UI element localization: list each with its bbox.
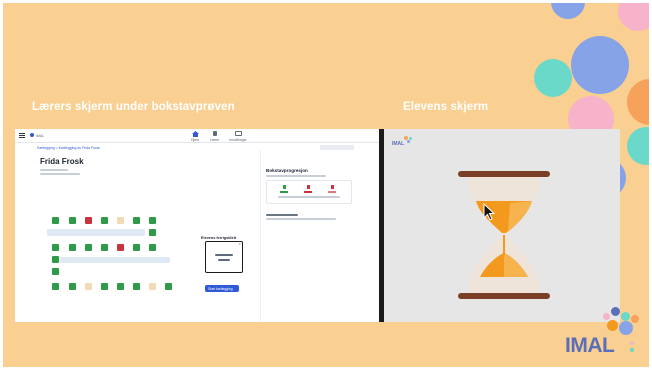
imal-logo: IMAL bbox=[563, 303, 649, 361]
start-assessment-button[interactable]: Start kartlegging bbox=[205, 285, 239, 292]
relevant-title-line bbox=[266, 214, 298, 216]
nav-teacher-icon[interactable] bbox=[213, 131, 217, 136]
breadcrumb[interactable]: Kartlegging > Kartlegging av Frida Frosk bbox=[37, 146, 100, 150]
letter-tile[interactable] bbox=[149, 283, 156, 290]
logo-dot bbox=[619, 321, 633, 335]
cursor-arrow-icon bbox=[483, 203, 496, 221]
letter-tile[interactable] bbox=[85, 283, 92, 290]
letter-tile[interactable] bbox=[69, 244, 76, 251]
logo-dot bbox=[407, 140, 410, 143]
hourglass-icon bbox=[458, 171, 550, 299]
letter-tile[interactable] bbox=[149, 217, 156, 224]
student-screen: IMAL bbox=[384, 129, 620, 322]
panel-sub-line bbox=[266, 175, 326, 177]
letter-tile[interactable] bbox=[69, 283, 76, 290]
stats-box bbox=[266, 180, 352, 204]
letter-tile[interactable] bbox=[101, 283, 108, 290]
stat-correct-value bbox=[283, 185, 286, 189]
letter-tile[interactable] bbox=[117, 283, 124, 290]
finished-modal: ✕ bbox=[205, 241, 243, 273]
logo-dot bbox=[631, 315, 639, 323]
teacher-screen-title: Lærers skjerm under bokstavprøven bbox=[32, 101, 235, 113]
letter-tile[interactable] bbox=[85, 244, 92, 251]
letter-grid bbox=[47, 215, 177, 299]
letter-tile[interactable] bbox=[133, 283, 140, 290]
letter-tile[interactable] bbox=[101, 244, 108, 251]
logo-dot bbox=[611, 307, 620, 316]
home-icon[interactable] bbox=[192, 131, 199, 137]
row-highlight bbox=[47, 229, 145, 236]
nav-home-label[interactable]: Hjem bbox=[191, 138, 199, 142]
letter-tile[interactable] bbox=[101, 217, 108, 224]
teacher-app-topbar: IMAL Hjem Lærer Innstillinger bbox=[15, 129, 379, 143]
letter-tile[interactable] bbox=[149, 244, 156, 251]
logo-dot bbox=[607, 320, 618, 331]
student-meta-line1 bbox=[40, 169, 68, 171]
logo-dot bbox=[621, 312, 630, 321]
deco-circle-blue-top bbox=[551, 3, 585, 19]
student-logo-text: IMAL bbox=[392, 141, 405, 147]
app-logo-icon bbox=[30, 133, 34, 137]
imal-logo-text: IMAL bbox=[565, 334, 615, 357]
student-app-logo: IMAL bbox=[392, 136, 414, 148]
stat-other-bar bbox=[328, 191, 336, 193]
hamburger-icon[interactable] bbox=[19, 133, 25, 138]
letter-tile[interactable] bbox=[117, 244, 124, 251]
stat-labels bbox=[278, 196, 340, 198]
letter-tile[interactable] bbox=[165, 283, 172, 290]
close-icon[interactable]: ✕ bbox=[238, 242, 241, 246]
logo-dot bbox=[603, 313, 610, 320]
modal-text-line2 bbox=[218, 259, 230, 261]
student-meta-line2 bbox=[40, 173, 80, 175]
teacher-screen: IMAL Hjem Lærer Innstillinger Kartleggin… bbox=[15, 129, 379, 322]
student-name: Frida Frosk bbox=[40, 157, 84, 166]
app-name: IMAL bbox=[36, 134, 45, 138]
student-screen-title: Elevens skjerm bbox=[403, 101, 489, 113]
letter-tile[interactable] bbox=[117, 217, 124, 224]
progress-panel: Bokstavprogresjon bbox=[260, 150, 359, 322]
letter-tile[interactable] bbox=[52, 268, 59, 275]
deco-circle-teal bbox=[534, 59, 572, 97]
letter-tile[interactable] bbox=[69, 217, 76, 224]
logo-dot bbox=[630, 341, 634, 345]
stat-other-value bbox=[331, 185, 334, 189]
letter-tile[interactable] bbox=[149, 229, 156, 236]
letter-tile[interactable] bbox=[52, 283, 59, 290]
stat-wrong-bar bbox=[304, 191, 312, 193]
nav-teacher-label[interactable]: Lærer bbox=[210, 138, 219, 142]
slide-background: Lærers skjerm under bokstavprøven Eleven… bbox=[3, 3, 649, 367]
letter-tile[interactable] bbox=[85, 217, 92, 224]
progress-panel-title: Bokstavprogresjon bbox=[266, 168, 308, 173]
stat-correct-bar bbox=[280, 191, 288, 193]
letter-tile[interactable] bbox=[52, 217, 59, 224]
deco-circle-teal-right bbox=[627, 127, 649, 165]
row-highlight bbox=[60, 257, 170, 263]
deco-circle-orange-right bbox=[627, 79, 649, 125]
logo-dot bbox=[630, 348, 634, 352]
nav-settings-icon[interactable] bbox=[235, 131, 242, 136]
deco-circle-blue-large bbox=[571, 36, 629, 94]
nav-settings-label[interactable]: Innstillinger bbox=[229, 138, 247, 142]
deco-circle-pink bbox=[618, 3, 649, 31]
finished-modal-title: Elevens ferrigstilelt bbox=[201, 236, 237, 240]
letter-tile[interactable] bbox=[133, 217, 140, 224]
start-assessment-label: Start kartlegging bbox=[208, 286, 233, 291]
letter-tile[interactable] bbox=[52, 244, 59, 251]
modal-text-line1 bbox=[215, 254, 233, 256]
relevant-sub-line bbox=[266, 218, 336, 220]
letter-tile[interactable] bbox=[133, 244, 140, 251]
stat-wrong-value bbox=[307, 185, 310, 189]
letter-tile[interactable] bbox=[52, 256, 59, 263]
